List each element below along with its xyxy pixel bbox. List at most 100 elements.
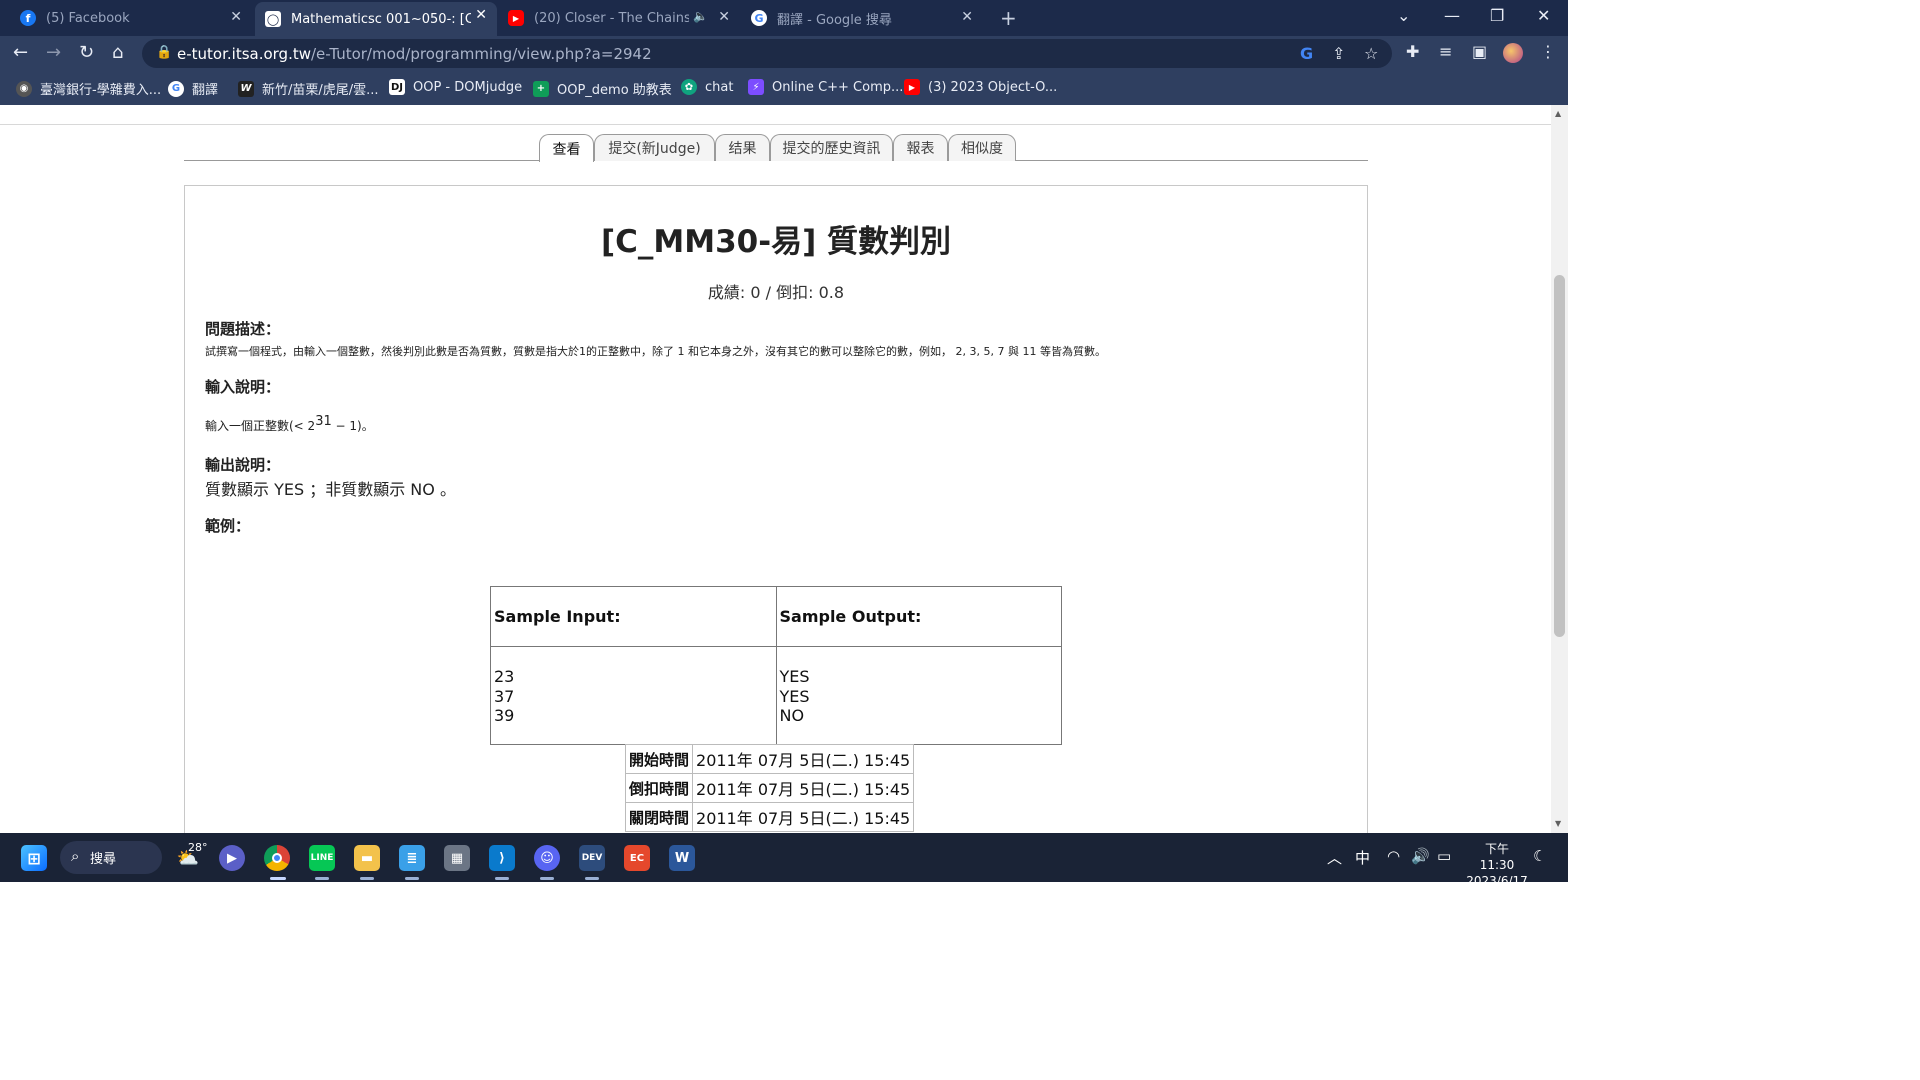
new-tab-button[interactable]: + (1000, 6, 1017, 30)
system-clock[interactable]: 下午 11:30 2023/6/17 (1466, 841, 1528, 889)
bookmark-star-icon[interactable]: ☆ (1364, 44, 1378, 63)
vscode-icon[interactable]: ⟩ (489, 845, 515, 871)
reload-icon[interactable]: ↻ (79, 42, 94, 63)
output-heading: 輸出說明： (205, 456, 281, 474)
sample-table: Sample Input: Sample Output: 23 37 39 YE… (490, 586, 1062, 745)
back-arrow-icon[interactable]: ← (13, 42, 28, 63)
bookmarks-bar: ◉ 臺灣銀行-學雜費入... G 翻譯 W 新竹/苗栗/虎尾/雲... DJ OOP -… (0, 71, 1568, 105)
time-table: 開始時間 2011年 07月 5日(二.) 15:45 倒扣時間 2011年 0… (624, 744, 915, 832)
tab-report[interactable]: 報表 (893, 134, 948, 161)
word-icon[interactable]: W (669, 845, 695, 871)
running-app-indicator (405, 877, 419, 880)
menu-kebab-icon[interactable]: ⋮ (1540, 42, 1556, 61)
file-explorer-icon[interactable]: ▬ (354, 845, 380, 871)
start-time-value: 2011年 07月 5日(二.) 15:45 (692, 744, 915, 774)
tab-youtube-closer[interactable]: ▶ (20) Closer - The Chainsmo 🔈 ✕ (500, 4, 740, 32)
sample-input-header: Sample Input: (490, 586, 777, 647)
input-text: 輸入一個正整數(< 231 − 1)。 (205, 414, 374, 433)
close-window-button[interactable]: ✕ (1537, 6, 1550, 25)
windows-start-icon[interactable]: ⊞ (21, 845, 47, 871)
notification-moon-icon[interactable]: ☾ (1533, 847, 1546, 865)
share-icon[interactable]: ⇪ (1332, 44, 1345, 63)
discord-icon[interactable]: ☺ (534, 845, 560, 871)
tab-view[interactable]: 查看 (539, 134, 594, 162)
calculator-icon[interactable]: ▦ (444, 845, 470, 871)
tab-results[interactable]: 结果 (715, 134, 770, 161)
notepad-icon[interactable]: ≣ (399, 845, 425, 871)
google-lens-icon[interactable]: G (1300, 44, 1313, 63)
windows-taskbar: ⊞ ⌕ 搜尋 ⛅ 28° ▶ LINE ▬ ≣ ▦ ⟩ ☺ DEV EC W ︿ … (0, 833, 1568, 888)
deduction-time-value: 2011年 07月 5日(二.) 15:45 (692, 773, 915, 803)
chatgpt-icon: ✿ (681, 79, 697, 95)
tab-similarity[interactable]: 相似度 (948, 134, 1016, 161)
media-control-icon[interactable]: ≡ (1439, 42, 1452, 61)
table-row: Sample Input: Sample Output: (490, 586, 1062, 647)
url-text[interactable]: e-tutor.itsa.org.tw/e-Tutor/mod/programm… (177, 45, 652, 63)
bookmark-online-cpp[interactable]: ⚡ Online C++ Comp... (748, 79, 903, 95)
google-icon: G (168, 80, 184, 97)
tray-chevron-up-icon[interactable]: ︿ (1327, 847, 1342, 868)
running-app-indicator (495, 877, 509, 880)
scroll-up-icon[interactable]: ▲ (1555, 109, 1561, 118)
scrollbar-thumb[interactable] (1554, 275, 1565, 637)
tab-submit[interactable]: 提交(新Judge) (594, 134, 715, 161)
forward-arrow-icon[interactable]: → (46, 42, 61, 63)
description-heading: 問題描述： (205, 320, 281, 338)
address-bar[interactable]: 🔒 e-tutor.itsa.org.tw/e-Tutor/mod/progra… (142, 39, 1392, 68)
close-tab-icon[interactable]: ✕ (718, 9, 730, 25)
clock-time: 下午 11:30 (1479, 842, 1515, 872)
chrome-icon[interactable] (264, 845, 290, 871)
sample-input-line: 37 (494, 686, 515, 706)
deduction-time-label: 倒扣時間 (624, 773, 694, 803)
close-tab-icon[interactable]: ✕ (230, 9, 242, 25)
wifi-icon[interactable]: ◠ (1387, 847, 1400, 865)
table-row: 關閉時間 2011年 07月 5日(二.) 15:45 (624, 802, 915, 832)
speaker-icon[interactable]: 🔈 (693, 9, 708, 23)
sample-output-cell: YES YES NO (775, 646, 1062, 745)
close-tab-icon[interactable]: ✕ (961, 9, 973, 25)
input-heading: 輸入說明： (205, 378, 281, 396)
bookmark-hsinchu[interactable]: W 新竹/苗栗/虎尾/雲... (238, 79, 379, 98)
battery-icon[interactable]: ▭ (1437, 847, 1451, 865)
bookmark-bank[interactable]: ◉ 臺灣銀行-學雜費入... (16, 79, 161, 98)
restore-button[interactable]: ❐ (1490, 6, 1504, 25)
youtube-icon: ▶ (508, 10, 524, 26)
easycard-icon[interactable]: EC (624, 845, 650, 871)
sample-input-cell: 23 37 39 (490, 646, 777, 745)
teams-meet-icon[interactable]: ▶ (219, 845, 245, 871)
tab-search-chevron-icon[interactable]: ⌄ (1397, 6, 1410, 25)
side-panel-icon[interactable]: ▣ (1472, 42, 1487, 61)
taskbar-search-button[interactable]: ⌕ 搜尋 (60, 841, 162, 874)
volume-icon[interactable]: 🔊 (1411, 847, 1430, 865)
line-icon[interactable]: LINE (309, 845, 335, 871)
bolt-icon: ⚡ (748, 79, 764, 95)
close-time-label: 關閉時間 (624, 802, 694, 832)
scroll-down-icon[interactable]: ▼ (1555, 819, 1561, 828)
tab-google-translate[interactable]: G 翻譯 - Google 搜尋 ✕ (743, 4, 983, 32)
bookmark-oop-demo[interactable]: + OOP_demo 助教表 (533, 79, 672, 98)
profile-avatar[interactable] (1503, 43, 1523, 63)
score-text: 成績: 0 / 倒扣: 0.8 (707, 283, 845, 302)
active-app-indicator (270, 877, 286, 880)
close-time-value: 2011年 07月 5日(二.) 15:45 (692, 802, 915, 832)
table-row: 倒扣時間 2011年 07月 5日(二.) 15:45 (624, 773, 915, 803)
google-icon: G (751, 10, 767, 26)
page-scrollbar[interactable]: ▲ ▼ (1551, 105, 1568, 833)
running-app-indicator (360, 877, 374, 880)
close-tab-icon[interactable]: ✕ (475, 7, 487, 23)
bookmark-domjudge[interactable]: DJ OOP - DOMjudge (389, 79, 522, 95)
bookmark-translate[interactable]: G 翻譯 (168, 79, 218, 98)
extensions-icon[interactable]: ✚ (1406, 42, 1419, 61)
dev-cpp-icon[interactable]: DEV (579, 845, 605, 871)
bookmark-chat[interactable]: ✿ chat (681, 79, 733, 95)
tab-mathematics[interactable]: ◯ Mathematicsc 001~050-: [C_MM ✕ (255, 2, 497, 36)
bookmark-youtube-oop[interactable]: ▶ (3) 2023 Object-O... (904, 79, 1057, 95)
browser-chrome: f (5) Facebook ✕ ◯ Mathematicsc 001~050-… (0, 0, 1568, 105)
minimize-button[interactable]: — (1444, 6, 1460, 25)
home-icon[interactable]: ⌂ (112, 42, 123, 63)
bank-icon: ◉ (16, 80, 32, 97)
tab-submission-history[interactable]: 提交的歷史資訊 (770, 134, 893, 161)
ime-indicator[interactable]: 中 (1355, 847, 1370, 868)
lock-icon[interactable]: 🔒 (156, 45, 172, 60)
tab-facebook[interactable]: f (5) Facebook ✕ (12, 4, 252, 32)
